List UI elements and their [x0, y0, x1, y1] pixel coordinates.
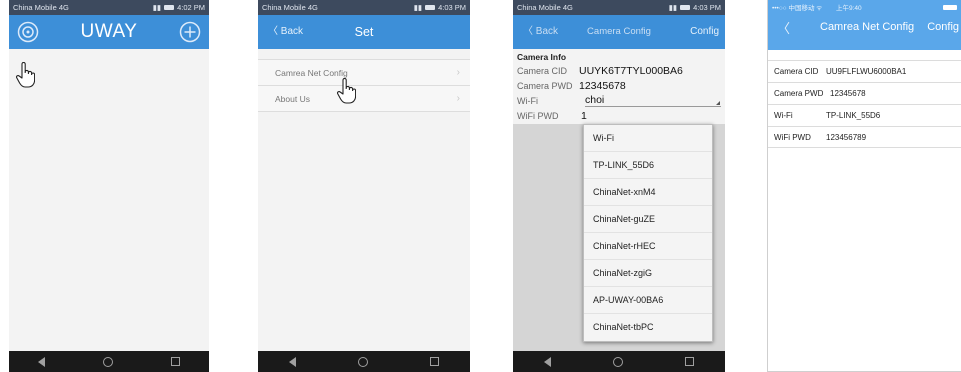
cid-label: Camera CID — [517, 66, 568, 76]
wifipwd-field[interactable]: 1 — [581, 110, 587, 122]
list-item-about-us[interactable]: About Us › — [258, 86, 470, 112]
status-time: 4:03 PM — [438, 3, 466, 12]
list-item-label: About Us — [275, 93, 310, 104]
phone-screen-home: China Mobile 4G ▮▮ 4:02 PM UWAY — [9, 0, 209, 372]
dropdown-option[interactable]: ChinaNet-zgiG — [584, 260, 712, 287]
nav-back-icon[interactable] — [544, 356, 551, 367]
signal-icon: ▮▮ — [152, 3, 162, 12]
battery-icon — [680, 5, 691, 10]
battery-icon — [943, 4, 957, 10]
ios-header: •••○○ 中国移动 ᯤ 上午9:40 〈 Camrea Net Config … — [768, 0, 961, 50]
status-time: 4:03 PM — [693, 3, 721, 12]
phone-screen-settings: China Mobile 4G ▮▮ 4:03 PM 〈 Back Set Ca… — [258, 0, 470, 372]
phone-screen-ios-net-config: •••○○ 中国移动 ᯤ 上午9:40 〈 Camrea Net Config … — [767, 0, 961, 372]
chevron-right-icon: › — [456, 67, 460, 78]
carrier-label: China Mobile 4G — [517, 3, 573, 12]
nav-recent-icon[interactable] — [430, 357, 439, 366]
camera-info-form: Camera Info Camera CID UUYK6T7TYL000BA6 … — [513, 51, 725, 123]
status-bar: China Mobile 4G ▮▮ 4:03 PM — [258, 0, 470, 15]
signal-icon: ▮▮ — [413, 3, 423, 12]
android-nav-bar — [513, 351, 725, 372]
dropdown-option[interactable]: ChinaNet-tbPC — [584, 314, 712, 341]
nav-home-icon[interactable] — [103, 356, 113, 367]
battery-icon — [164, 5, 175, 10]
carrier-label: •••○○ 中国移动 ᯤ — [772, 5, 823, 12]
wifipwd-label: WiFi PWD — [517, 110, 559, 121]
row-label: Camera PWD — [774, 89, 824, 98]
row-label: Wi-Fi — [774, 111, 793, 120]
app-header: 〈 Back Set — [258, 15, 470, 49]
chevron-right-icon: › — [456, 93, 460, 104]
android-nav-bar — [9, 351, 209, 372]
back-button[interactable]: 〈 — [777, 18, 790, 37]
wifi-dropdown-list: Wi-Fi TP-LINK_55D6 ChinaNet-xnM4 ChinaNe… — [583, 124, 713, 342]
dropdown-option[interactable]: AP-UWAY-00BA6 — [584, 287, 712, 314]
dropdown-option[interactable]: Wi-Fi — [584, 125, 712, 152]
wifi-row: Wi-Fi choi — [517, 93, 721, 108]
list-item-net-config[interactable]: Camrea Net Config › — [258, 60, 470, 86]
nav-recent-icon[interactable] — [171, 357, 180, 366]
wifi-select[interactable]: choi — [585, 94, 721, 107]
list-item-label: Camrea Net Config — [275, 67, 348, 78]
row-value[interactable]: TP-LINK_55D6 — [826, 111, 880, 120]
table-row: Wi-Fi TP-LINK_55D6 — [768, 104, 961, 126]
page-title: Set — [354, 25, 374, 39]
wifi-label: Wi-Fi — [517, 95, 538, 106]
nav-back-icon[interactable] — [38, 356, 45, 367]
config-button[interactable]: Config — [690, 15, 719, 49]
carrier-label: China Mobile 4G — [13, 3, 69, 12]
plus-circle-icon[interactable] — [179, 21, 201, 43]
row-value[interactable]: UU9FLFLWU6000BA1 — [826, 67, 906, 76]
cid-field[interactable]: UUYK6T7TYL000BA6 — [579, 65, 683, 77]
dropdown-option[interactable]: ChinaNet-xnM4 — [584, 179, 712, 206]
table-row: Camera PWD 12345678 — [768, 82, 961, 104]
row-label: Camera CID — [774, 67, 819, 76]
pwd-field[interactable]: 12345678 — [579, 80, 626, 92]
status-bar: •••○○ 中国移动 ᯤ 上午9:40 — [768, 0, 961, 14]
app-header: 〈 Back Camera Config Config — [513, 15, 725, 49]
section-label: Camera Info — [517, 52, 567, 62]
cid-row: Camera CID UUYK6T7TYL000BA6 — [517, 64, 721, 78]
pointer-hand-icon — [337, 78, 356, 104]
nav-home-icon[interactable] — [358, 356, 368, 367]
status-bar: China Mobile 4G ▮▮ 4:02 PM — [9, 0, 209, 15]
phone-screen-camera-config: China Mobile 4G ▮▮ 4:03 PM 〈 Back Camera… — [513, 0, 725, 372]
row-value[interactable]: 123456789 — [826, 133, 866, 142]
table-row: WiFi PWD 123456789 — [768, 126, 961, 148]
dropdown-arrow-icon[interactable] — [716, 101, 720, 105]
pointer-hand-icon — [16, 62, 35, 88]
pwd-label: Camera PWD — [517, 80, 573, 91]
battery-icon — [425, 5, 436, 10]
app-header: UWAY — [9, 15, 209, 49]
row-value[interactable]: 12345678 — [830, 89, 866, 98]
status-bar: China Mobile 4G ▮▮ 4:03 PM — [513, 0, 725, 15]
settings-list: Camrea Net Config › About Us › — [258, 59, 470, 112]
nav-recent-icon[interactable] — [685, 357, 694, 366]
row-label: WiFi PWD — [774, 132, 811, 142]
device-list-area — [9, 49, 209, 351]
nav-home-icon[interactable] — [613, 356, 623, 367]
config-button[interactable]: Config — [927, 21, 959, 33]
page-title: Camrea Net Config — [820, 21, 915, 33]
dropdown-option[interactable]: ChinaNet-rHEC — [584, 233, 712, 260]
status-time: 4:02 PM — [177, 3, 205, 12]
pwd-row: Camera PWD 12345678 — [517, 78, 721, 93]
carrier-label: China Mobile 4G — [262, 3, 318, 12]
config-table: Camera CID UU9FLFLWU6000BA1 Camera PWD 1… — [768, 60, 961, 148]
nav-back-icon[interactable] — [289, 356, 296, 367]
table-row: Camera CID UU9FLFLWU6000BA1 — [768, 60, 961, 82]
wifipwd-row: WiFi PWD 1 — [517, 108, 721, 123]
dropdown-option[interactable]: ChinaNet-guZE — [584, 206, 712, 233]
signal-icon: ▮▮ — [668, 3, 678, 12]
status-time: 上午9:40 — [836, 5, 862, 12]
dropdown-option[interactable]: TP-LINK_55D6 — [584, 152, 712, 179]
android-nav-bar — [258, 351, 470, 372]
